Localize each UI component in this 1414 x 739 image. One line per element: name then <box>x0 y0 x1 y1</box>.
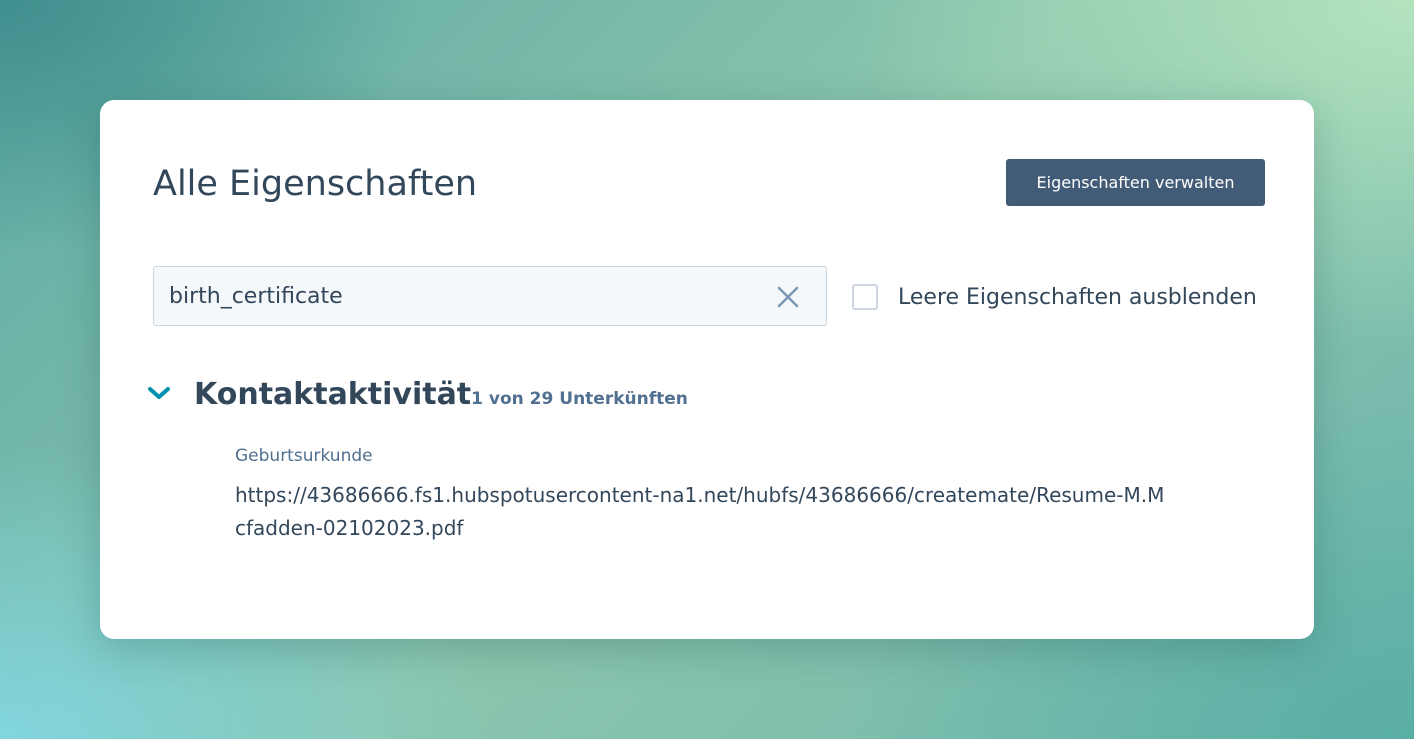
section-header-contact-activity[interactable]: Kontaktaktivität 1 von 29 Unterkünften <box>146 370 688 418</box>
page-title: Alle Eigenschaften <box>153 164 478 204</box>
section-count: 1 von 29 Unterkünften <box>471 389 688 409</box>
manage-properties-button[interactable]: Eigenschaften verwalten <box>1006 159 1265 206</box>
search-box <box>153 266 827 326</box>
all-properties-panel: Alle Eigenschaften Eigenschaften verwalt… <box>100 100 1314 639</box>
chevron-down-icon[interactable] <box>146 384 172 404</box>
property-value[interactable]: https://43686666.fs1.hubspotusercontent-… <box>235 479 1165 545</box>
hide-empty-label: Leere Eigenschaften ausblenden <box>898 284 1257 310</box>
hide-empty-properties-toggle[interactable]: Leere Eigenschaften ausblenden <box>852 281 1257 313</box>
hide-empty-checkbox[interactable] <box>852 284 878 310</box>
section-title: Kontaktaktivität <box>194 376 472 412</box>
search-input[interactable] <box>169 267 759 325</box>
property-label: Geburtsurkunde <box>235 446 373 466</box>
close-x-icon[interactable] <box>776 285 800 309</box>
